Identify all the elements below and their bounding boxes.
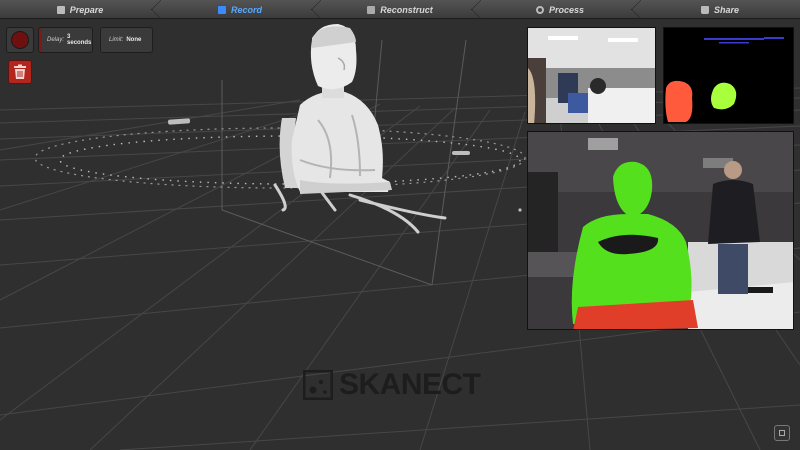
tab-reconstruct[interactable]: Reconstruct — [320, 0, 481, 19]
tab-process[interactable]: Process — [480, 0, 641, 19]
workflow-tab-bar: Prepare Record Reconstruct Process Share — [0, 0, 800, 19]
limit-label: Limit: — [109, 37, 124, 43]
tab-process-label: Process — [548, 4, 585, 15]
delay-value: 3 seconds — [67, 34, 92, 46]
tab-prepare[interactable]: Prepare — [0, 0, 161, 19]
record-button[interactable] — [6, 27, 34, 53]
fullscreen-button[interactable] — [774, 425, 790, 441]
color-camera-preview — [527, 27, 656, 124]
skanect-logo-icon — [303, 370, 333, 400]
tab-record-label: Record — [230, 4, 262, 15]
fullscreen-icon — [779, 430, 785, 436]
delay-setting[interactable]: Delay: 3 seconds — [38, 27, 93, 53]
process-icon — [535, 5, 544, 14]
tab-share-label: Share — [713, 4, 739, 15]
record-icon — [217, 5, 226, 14]
tab-record[interactable]: Record — [160, 0, 321, 19]
prepare-icon — [56, 5, 65, 14]
tab-share[interactable]: Share — [640, 0, 800, 19]
delete-scan-button[interactable] — [8, 60, 32, 84]
tab-prepare-label: Prepare — [69, 4, 104, 15]
tracking-camera-preview — [527, 131, 794, 330]
limit-setting[interactable]: Limit: None — [100, 27, 153, 53]
depth-camera-preview — [663, 27, 794, 124]
record-dot-icon — [11, 31, 29, 49]
skanect-logo: SKANECT — [303, 368, 481, 401]
tab-reconstruct-label: Reconstruct — [380, 4, 433, 15]
skanect-logo-text: SKANECT — [339, 368, 481, 401]
reconstruct-icon — [367, 5, 376, 14]
trash-icon — [14, 64, 26, 79]
share-icon — [700, 5, 709, 14]
delay-label: Delay: — [47, 37, 65, 43]
limit-value: None — [126, 37, 142, 43]
